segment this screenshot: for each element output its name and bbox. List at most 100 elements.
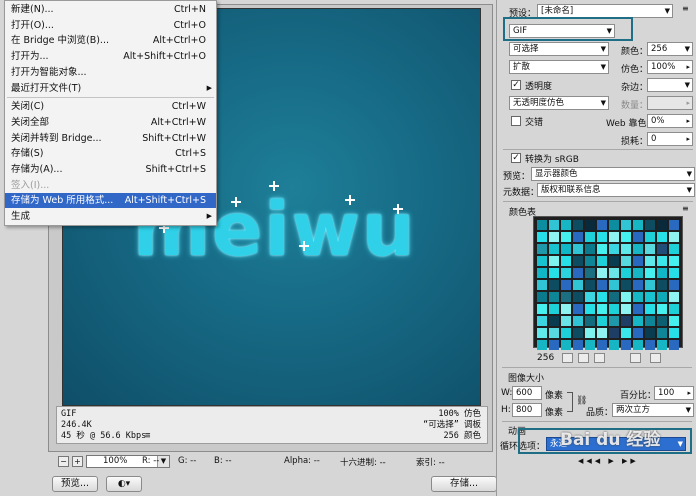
color-swatch[interactable] <box>633 280 643 290</box>
panel-menu-icon[interactable]: ≡ <box>682 4 689 13</box>
color-swatch[interactable] <box>549 220 559 230</box>
color-swatch[interactable] <box>561 256 571 266</box>
color-swatch[interactable] <box>669 220 679 230</box>
frame-nav-icon[interactable]: ◀◀◀ ▶ ▶▶ <box>578 457 639 465</box>
color-swatch[interactable] <box>585 268 595 278</box>
color-swatch[interactable] <box>573 268 583 278</box>
color-swatch[interactable] <box>609 292 619 302</box>
menu-item[interactable]: 最近打开文件(T) ▶ <box>5 81 216 96</box>
color-swatch[interactable] <box>657 256 667 266</box>
menu-item[interactable]: 关闭并转到 Bridge... Shift+Ctrl+W <box>5 131 216 146</box>
width-input[interactable]: 600 <box>512 386 542 400</box>
color-swatch[interactable] <box>597 244 607 254</box>
color-swatch[interactable] <box>621 244 631 254</box>
color-swatch[interactable] <box>609 280 619 290</box>
color-swatch[interactable] <box>597 256 607 266</box>
color-table-menu-icon[interactable]: ≡ <box>682 204 689 213</box>
color-swatch[interactable] <box>609 256 619 266</box>
color-swatch[interactable] <box>633 316 643 326</box>
lossy-field[interactable]: 0 ▸ <box>647 132 693 146</box>
color-swatch[interactable] <box>573 316 583 326</box>
map-transparent-icon[interactable] <box>562 353 573 363</box>
color-swatch[interactable] <box>669 316 679 326</box>
zoom-out-icon[interactable]: − <box>58 456 69 467</box>
preview-mode-select[interactable]: 显示器颜色 ▼ <box>531 167 695 181</box>
color-swatch[interactable] <box>621 292 631 302</box>
color-swatch[interactable] <box>597 268 607 278</box>
menu-item[interactable]: 在 Bridge 中浏览(B)... Alt+Ctrl+O <box>5 33 216 48</box>
color-swatch[interactable] <box>621 220 631 230</box>
color-swatch[interactable] <box>609 220 619 230</box>
color-swatch[interactable] <box>561 280 571 290</box>
color-swatch[interactable] <box>609 244 619 254</box>
transparency-checkbox[interactable]: ✓ <box>511 80 521 90</box>
height-input[interactable]: 800 <box>512 403 542 417</box>
color-swatch[interactable] <box>537 220 547 230</box>
web-shift-icon[interactable] <box>578 353 589 363</box>
color-swatch[interactable] <box>669 232 679 242</box>
color-swatch[interactable] <box>633 304 643 314</box>
color-swatch[interactable] <box>549 280 559 290</box>
menu-item[interactable]: 生成 ▶ <box>5 209 216 224</box>
color-swatch[interactable] <box>657 268 667 278</box>
color-swatch[interactable] <box>669 256 679 266</box>
color-swatch[interactable] <box>669 292 679 302</box>
color-swatch[interactable] <box>585 340 595 350</box>
color-swatch[interactable] <box>633 232 643 242</box>
color-swatch[interactable] <box>645 316 655 326</box>
color-swatch[interactable] <box>633 256 643 266</box>
color-swatch[interactable] <box>585 280 595 290</box>
convert-srgb-checkbox[interactable]: ✓ <box>511 153 521 163</box>
color-swatch[interactable] <box>573 232 583 242</box>
color-swatch[interactable] <box>573 280 583 290</box>
colors-select[interactable]: 256 ▼ <box>647 42 693 56</box>
color-swatch[interactable] <box>561 316 571 326</box>
color-swatch[interactable] <box>573 328 583 338</box>
preset-select[interactable]: [未命名] ▼ <box>537 4 673 18</box>
color-swatch[interactable] <box>585 244 595 254</box>
color-swatch[interactable] <box>597 220 607 230</box>
matte-select[interactable]: ▼ <box>647 78 693 92</box>
color-swatch[interactable] <box>609 304 619 314</box>
color-swatch[interactable] <box>645 232 655 242</box>
color-swatch[interactable] <box>609 328 619 338</box>
color-swatch[interactable] <box>537 244 547 254</box>
color-swatch[interactable] <box>633 292 643 302</box>
color-swatch[interactable] <box>585 256 595 266</box>
color-swatch[interactable] <box>573 292 583 302</box>
color-swatch[interactable] <box>585 232 595 242</box>
color-table-grid[interactable] <box>533 216 683 350</box>
color-swatch[interactable] <box>549 244 559 254</box>
color-swatch[interactable] <box>621 340 631 350</box>
color-swatch[interactable] <box>657 316 667 326</box>
color-swatch[interactable] <box>561 244 571 254</box>
color-swatch[interactable] <box>561 268 571 278</box>
color-swatch[interactable] <box>657 292 667 302</box>
color-swatch[interactable] <box>621 268 631 278</box>
color-swatch[interactable] <box>669 268 679 278</box>
color-swatch[interactable] <box>669 244 679 254</box>
color-swatch[interactable] <box>561 340 571 350</box>
menu-item[interactable]: 关闭(C) Ctrl+W <box>5 99 216 114</box>
menu-item[interactable]: 打开为智能对象... <box>5 65 216 80</box>
color-swatch[interactable] <box>657 304 667 314</box>
color-swatch[interactable] <box>585 328 595 338</box>
color-swatch[interactable] <box>537 280 547 290</box>
preview-button[interactable]: 预览... <box>52 476 98 492</box>
save-button[interactable]: 存储... <box>431 476 497 492</box>
menu-item[interactable]: 新建(N)... Ctrl+N <box>5 2 216 17</box>
color-swatch[interactable] <box>657 328 667 338</box>
color-swatch[interactable] <box>645 328 655 338</box>
color-swatch[interactable] <box>597 328 607 338</box>
color-swatch[interactable] <box>633 328 643 338</box>
dither-algorithm-select[interactable]: 扩散 ▼ <box>509 60 609 74</box>
color-swatch[interactable] <box>645 268 655 278</box>
color-swatch[interactable] <box>597 340 607 350</box>
trash-icon[interactable] <box>650 353 661 363</box>
color-swatch[interactable] <box>585 304 595 314</box>
color-swatch[interactable] <box>561 304 571 314</box>
color-swatch[interactable] <box>633 220 643 230</box>
transparency-dither-select[interactable]: 无透明度仿色 ▼ <box>509 96 609 110</box>
menu-item[interactable]: 存储(S) Ctrl+S <box>5 146 216 161</box>
color-swatch[interactable] <box>585 316 595 326</box>
